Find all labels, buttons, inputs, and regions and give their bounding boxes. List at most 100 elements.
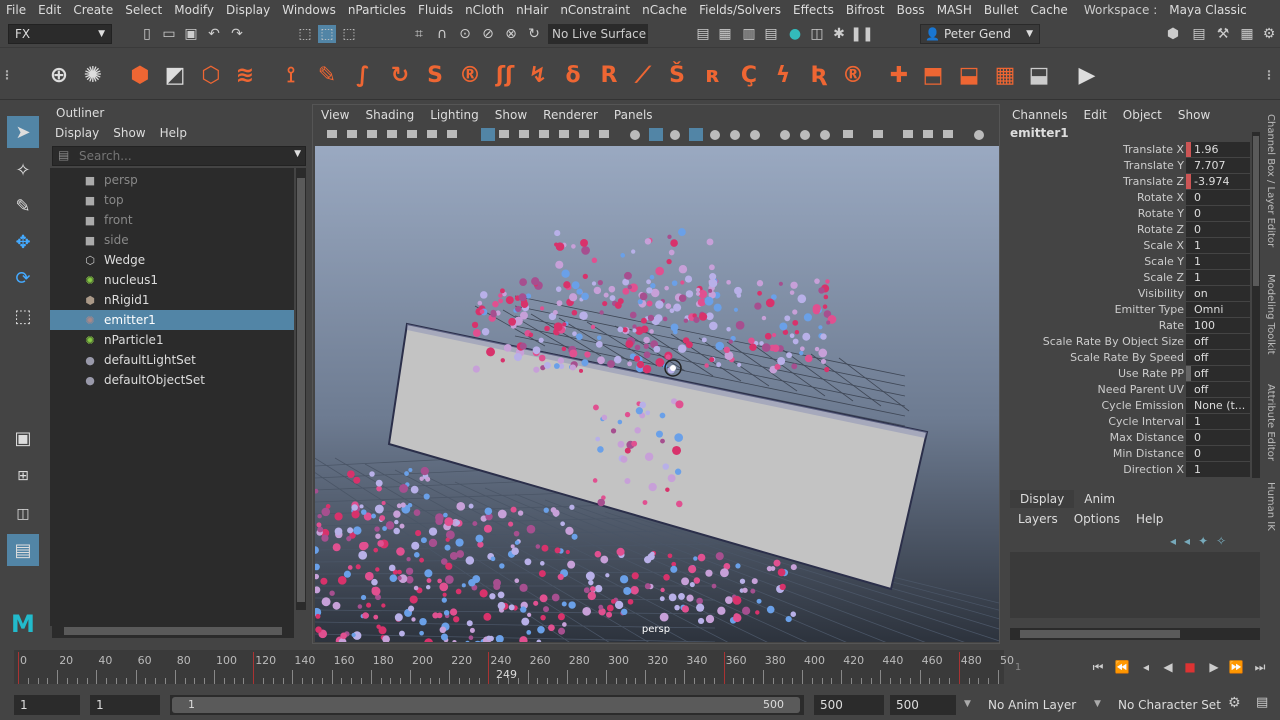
channel-value[interactable]: 0: [1186, 206, 1250, 221]
paint-select-icon[interactable]: ✎: [7, 190, 39, 222]
field-hair-icon[interactable]: ʃʃ: [490, 60, 520, 90]
channel-row[interactable]: Rate 100: [1004, 318, 1250, 334]
channel-value[interactable]: 1.96: [1186, 142, 1250, 157]
ncloth-passive-icon[interactable]: ◩: [160, 60, 190, 90]
search-input[interactable]: [79, 149, 279, 163]
settings-icon[interactable]: ⚙: [1260, 25, 1278, 43]
channel-menu-channels[interactable]: Channels: [1004, 108, 1076, 122]
stop-icon[interactable]: ■: [1182, 660, 1198, 674]
tool-settings-icon[interactable]: ⚒: [1214, 25, 1232, 43]
layer-list[interactable]: [1010, 552, 1260, 618]
single-pane-icon[interactable]: ▣: [7, 422, 39, 454]
live-surface-field[interactable]: No Live Surface: [548, 24, 648, 44]
undo-icon[interactable]: ↶: [205, 25, 223, 43]
field-tether-icon[interactable]: ↯: [523, 60, 553, 90]
select-component-icon[interactable]: ⬚: [340, 25, 358, 43]
menu-bifrost[interactable]: Bifrost: [840, 3, 891, 17]
snap-grid-icon[interactable]: ⌗: [410, 25, 428, 43]
menu-mash[interactable]: MASH: [931, 3, 978, 17]
curve-constraint-icon[interactable]: ∫: [348, 60, 378, 90]
channel-row[interactable]: Rotate Z0: [1004, 222, 1250, 238]
field-scale-icon[interactable]: δ: [558, 60, 588, 90]
outliner-item-defaultobjectset[interactable]: ● defaultObjectSet: [50, 370, 294, 390]
channel-value[interactable]: 1: [1186, 254, 1250, 269]
channel-value[interactable]: off: [1186, 334, 1250, 349]
snap-surface-icon[interactable]: ⊗: [502, 25, 520, 43]
four-pane-icon[interactable]: ⊞: [7, 460, 39, 492]
pause-icon[interactable]: ❚❚: [850, 25, 873, 43]
channel-row[interactable]: Min Distance 0: [1004, 446, 1250, 462]
nhair-icon[interactable]: ≋: [230, 60, 260, 90]
menu-edit[interactable]: Edit: [32, 3, 67, 17]
channel-value[interactable]: 1: [1186, 270, 1250, 285]
chevron-down-icon[interactable]: ▼: [1094, 699, 1101, 709]
menu-effects[interactable]: Effects: [787, 3, 840, 17]
field-s-icon[interactable]: S: [420, 60, 450, 90]
constraint-r2-icon[interactable]: ®: [838, 60, 868, 90]
shirt-grid-icon[interactable]: ▦: [990, 60, 1020, 90]
channel-box-icon[interactable]: ▦: [1238, 25, 1256, 43]
field-r-icon[interactable]: ®: [455, 60, 485, 90]
new-layer-icon[interactable]: ✦: [1198, 534, 1208, 548]
menu-ncache[interactable]: nCache: [636, 3, 693, 17]
layer-menu-options[interactable]: Options: [1066, 510, 1128, 528]
hscrollbar-thumb[interactable]: [64, 627, 282, 635]
menu-fieldssolvers[interactable]: Fields/Solvers: [693, 3, 787, 17]
channel-row[interactable]: Need Parent UV off: [1004, 382, 1250, 398]
scene-canvas[interactable]: [274, 146, 1176, 657]
outliner-item-side[interactable]: ■ side: [50, 230, 294, 250]
outliner-item-persp[interactable]: ■ persp: [50, 170, 294, 190]
shirt-white-icon[interactable]: ⬓: [1024, 60, 1054, 90]
step-back-frame-icon[interactable]: ◂: [1138, 660, 1154, 674]
channel-row[interactable]: Cycle Interval 1: [1004, 414, 1250, 430]
menu-ncloth[interactable]: nCloth: [459, 3, 510, 17]
current-frame[interactable]: 249: [496, 668, 517, 681]
outliner-item-front[interactable]: ■ front: [50, 210, 294, 230]
snap-curve-icon[interactable]: ∩: [433, 25, 451, 43]
open-scene-icon[interactable]: ▭: [160, 25, 178, 43]
channel-value[interactable]: 1: [1186, 238, 1250, 253]
move-tool-icon[interactable]: ✥: [7, 226, 39, 258]
range-handle[interactable]: 1 500: [172, 697, 800, 713]
chevron-down-icon[interactable]: ▼: [964, 699, 971, 709]
constraint-cr-icon[interactable]: Ʀ: [804, 60, 834, 90]
menu-cache[interactable]: Cache: [1024, 3, 1073, 17]
channel-value[interactable]: off: [1186, 366, 1250, 381]
outliner-scrollbar[interactable]: [296, 168, 306, 610]
viewport-menu-lighting[interactable]: Lighting: [422, 108, 487, 122]
render-frame-icon[interactable]: ▦: [716, 25, 734, 43]
layer-tab-anim[interactable]: Anim: [1074, 490, 1125, 508]
play-forward-icon[interactable]: ▶: [1206, 660, 1222, 674]
scrollbar-thumb[interactable]: [1253, 136, 1259, 286]
channel-value[interactable]: Omni: [1186, 302, 1250, 317]
menu-nhair[interactable]: nHair: [510, 3, 554, 17]
go-to-end-icon[interactable]: ⏭: [1252, 660, 1268, 674]
anim-layer-dropdown[interactable]: No Anim Layer: [976, 695, 1106, 715]
chevron-down-icon[interactable]: ▼: [294, 149, 301, 159]
channel-row[interactable]: Rotate X0: [1004, 190, 1250, 206]
outliner-item-wedge[interactable]: ⬡ Wedge: [50, 250, 294, 270]
scale-tool-icon[interactable]: ⬚: [7, 300, 39, 332]
menu-display[interactable]: Display: [220, 3, 276, 17]
redo-icon[interactable]: ↷: [228, 25, 246, 43]
outliner-item-defaultlightset[interactable]: ● defaultLightSet: [50, 350, 294, 370]
menu-boss[interactable]: Boss: [891, 3, 931, 17]
snap-live-icon[interactable]: ↻: [525, 25, 543, 43]
new-scene-icon[interactable]: ▯: [138, 25, 156, 43]
menu-windows[interactable]: Windows: [276, 3, 342, 17]
constraint-cs-icon[interactable]: ϟ: [768, 60, 798, 90]
viewport-menu-renderer[interactable]: Renderer: [535, 108, 606, 122]
constraint-rh-icon[interactable]: ʀ: [698, 60, 728, 90]
nparticle-fill-icon[interactable]: ✺: [78, 60, 108, 90]
menu-modify[interactable]: Modify: [168, 3, 220, 17]
channel-row[interactable]: Translate Z -3.974: [1004, 174, 1250, 190]
anim-start-field[interactable]: 1: [90, 695, 160, 715]
menuset-dropdown[interactable]: FX ▼: [8, 24, 112, 44]
channel-value[interactable]: off: [1186, 350, 1250, 365]
step-forward-key-icon[interactable]: ⏩: [1228, 660, 1244, 674]
constraint-s2-icon[interactable]: Š: [662, 60, 692, 90]
move-layer-up-icon[interactable]: ◂: [1170, 534, 1176, 548]
channel-value[interactable]: 100: [1186, 318, 1250, 333]
ipr-render-icon[interactable]: ▥: [740, 25, 758, 43]
viewport-menu-view[interactable]: View: [313, 108, 357, 122]
